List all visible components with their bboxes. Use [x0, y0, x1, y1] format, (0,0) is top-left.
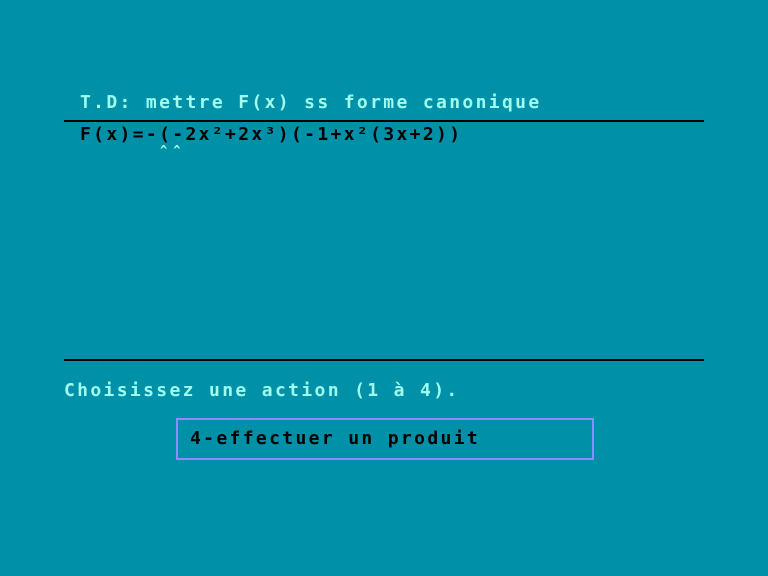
action-prompt: Choisissez une action (1 à 4).: [64, 380, 460, 401]
work-area-divider: [64, 359, 704, 361]
function-expression: F(x)=-(-2x²+2x³)(-1+x²(3x+2)): [80, 124, 463, 145]
exercise-title: T.D: mettre F(x) ss forme canonique: [80, 92, 542, 113]
title-divider: [64, 120, 704, 122]
selection-cursor-markers: ^^: [160, 143, 187, 157]
selected-action-option[interactable]: 4-effectuer un produit: [190, 429, 480, 449]
